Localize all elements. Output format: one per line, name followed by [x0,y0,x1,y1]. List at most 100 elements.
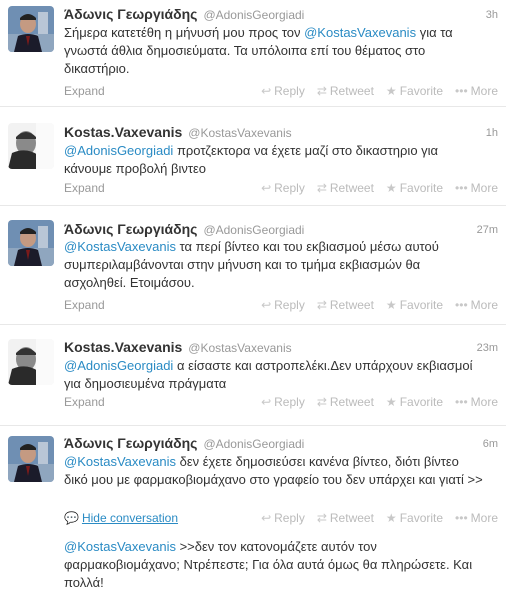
retweet-label: Retweet [329,181,374,195]
tweet-actions: ↩ Reply ⇄ Retweet ★ Favorite ••• More [249,298,498,312]
reply-icon: ↩ [261,298,272,312]
tweet-4[interactable]: Kostas.Vaxevanis @KostasVaxevanis 23m @Ad… [0,325,506,426]
favorite-label: Favorite [399,181,444,195]
retweet-action[interactable]: ⇄ Retweet [317,511,374,525]
reply-action[interactable]: ↩ Reply [261,395,305,409]
tweet-text: @AdonisGeorgiadi α είσαστε και αστροπελέ… [64,357,484,393]
mention-link[interactable]: @AdonisGeorgiadi [64,358,173,373]
screen-name[interactable]: @AdonisGeorgiadi [203,8,304,22]
tweet-3[interactable]: Άδωνις Γεωργιάδης @AdonisGeorgiadi 27m @K… [0,206,506,325]
retweet-action[interactable]: ⇄ Retweet [317,181,374,195]
favorite-label: Favorite [399,84,444,98]
retweet-label: Retweet [329,84,374,98]
more-label: More [470,181,498,195]
star-icon: ★ [385,181,397,195]
author-name[interactable]: Άδωνις Γεωργιάδης @AdonisGeorgiadi [64,435,304,451]
screen-name[interactable]: @KostasVaxevanis [188,341,291,355]
retweet-icon: ⇄ [316,181,327,195]
ellipsis-icon: ••• [455,84,468,98]
speech-bubble-icon: 💬 [64,511,79,525]
mention-link[interactable]: @KostasVaxevanis [64,454,176,469]
avatar[interactable] [8,220,54,266]
expand-link[interactable]: Expand [64,395,105,409]
timestamp[interactable]: 6m [483,438,498,450]
timestamp[interactable]: 3h [486,9,498,21]
star-icon: ★ [385,511,397,525]
retweet-action[interactable]: ⇄ Retweet [317,298,374,312]
mention-link[interactable]: @KostasVaxevanis [304,25,416,40]
timestamp[interactable]: 27m [477,224,498,236]
mention-link[interactable]: @AdonisGeorgiadi [64,143,173,158]
reply-label: Reply [274,395,305,409]
avatar[interactable] [8,6,54,52]
tweet-footer: Expand ↩ Reply ⇄ Retweet ★ Favorite ••• More [64,395,502,411]
retweet-action[interactable]: ⇄ Retweet [317,395,374,409]
author-name[interactable]: Άδωνις Γεωργιάδης @AdonisGeorgiadi [64,6,304,22]
reply-label: Reply [274,181,305,195]
reply-label: Reply [274,84,305,98]
retweet-label: Retweet [329,395,374,409]
favorite-action[interactable]: ★ Favorite [386,84,443,98]
tweet-footer: Expand ↩ Reply ⇄ Retweet ★ Favorite ••• More [64,298,502,314]
favorite-label: Favorite [399,298,444,312]
mention-link[interactable]: @KostasVaxevanis [64,539,176,554]
more-label: More [470,395,498,409]
reply-action[interactable]: ↩ Reply [261,511,305,525]
reply-icon: ↩ [261,84,272,98]
screen-name[interactable]: @AdonisGeorgiadi [203,223,304,237]
tweet-text: Σήμερα κατετέθη η μήνυσή μου προς τον @K… [64,24,484,78]
hide-conversation-link[interactable]: 💬 Hide conversation [64,511,178,525]
tweet-text: @KostasVaxevanis δεν έχετε δημοσιεύσει κ… [64,453,484,489]
tweet-1[interactable]: Άδωνις Γεωργιάδης @AdonisGeorgiadi 3h Σήμ… [0,0,506,107]
display-name[interactable]: Άδωνις Γεωργιάδης [64,435,197,451]
avatar[interactable] [8,339,54,385]
screen-name[interactable]: @KostasVaxevanis [188,126,291,140]
expand-link[interactable]: Expand [64,181,105,195]
timestamp[interactable]: 23m [477,342,498,354]
author-name[interactable]: Άδωνις Γεωργιάδης @AdonisGeorgiadi [64,221,304,237]
avatar[interactable] [8,436,54,482]
reply-icon: ↩ [261,395,272,409]
favorite-action[interactable]: ★ Favorite [386,395,443,409]
retweet-action[interactable]: ⇄ Retweet [317,84,374,98]
conversation-reply-text: @KostasVaxevanis >>δεν τον κατονομάζετε … [64,538,494,592]
tweet-2[interactable]: Kostas.Vaxevanis @KostasVaxevanis 1h @Ado… [0,107,506,206]
tweet-actions: ↩ Reply ⇄ Retweet ★ Favorite ••• More [249,181,498,195]
more-action[interactable]: ••• More [455,511,498,525]
mention-link[interactable]: @KostasVaxevanis [64,239,176,254]
more-action[interactable]: ••• More [455,181,498,195]
reply-icon: ↩ [261,511,272,525]
expand-link[interactable]: Expand [64,298,105,312]
star-icon: ★ [385,298,397,312]
more-action[interactable]: ••• More [455,84,498,98]
favorite-label: Favorite [399,395,444,409]
author-name[interactable]: Kostas.Vaxevanis @KostasVaxevanis [64,339,292,355]
more-label: More [470,298,498,312]
retweet-label: Retweet [329,298,374,312]
timestamp[interactable]: 1h [486,127,498,139]
favorite-action[interactable]: ★ Favorite [386,181,443,195]
more-action[interactable]: ••• More [455,298,498,312]
display-name[interactable]: Άδωνις Γεωργιάδης [64,6,197,22]
favorite-action[interactable]: ★ Favorite [386,511,443,525]
tweet-text: @KostasVaxevanis τα περί βίντεο και του … [64,238,484,292]
retweet-label: Retweet [329,511,374,525]
avatar[interactable] [8,123,54,169]
tweet-actions: ↩ Reply ⇄ Retweet ★ Favorite ••• More [249,511,498,525]
tweet-actions: ↩ Reply ⇄ Retweet ★ Favorite ••• More [249,395,498,409]
retweet-icon: ⇄ [316,298,327,312]
reply-action[interactable]: ↩ Reply [261,181,305,195]
favorite-action[interactable]: ★ Favorite [386,298,443,312]
display-name[interactable]: Kostas.Vaxevanis [64,124,182,140]
screen-name[interactable]: @AdonisGeorgiadi [203,437,304,451]
more-action[interactable]: ••• More [455,395,498,409]
display-name[interactable]: Kostas.Vaxevanis [64,339,182,355]
display-name[interactable]: Άδωνις Γεωργιάδης [64,221,197,237]
expand-link[interactable]: Expand [64,84,105,98]
tweet-footer: Expand ↩ Reply ⇄ Retweet ★ Favorite ••• More [64,84,502,100]
ellipsis-icon: ••• [455,181,468,195]
reply-action[interactable]: ↩ Reply [261,298,305,312]
favorite-label: Favorite [399,511,444,525]
reply-action[interactable]: ↩ Reply [261,84,305,98]
author-name[interactable]: Kostas.Vaxevanis @KostasVaxevanis [64,124,292,140]
